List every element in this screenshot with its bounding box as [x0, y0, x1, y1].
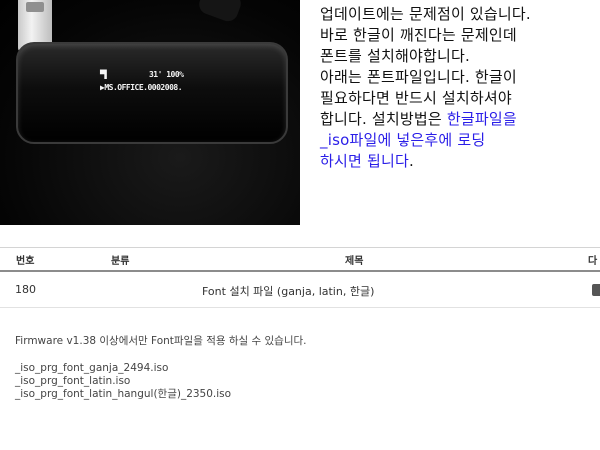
- note-highlight: 하시면 됩니다: [320, 152, 409, 170]
- folder-icon: ▀▌: [100, 70, 109, 79]
- note-line: 업데이트에는 문제점이 있습니다.: [320, 5, 531, 23]
- note-highlight-line: _iso파일에 넣은후에 로딩: [320, 131, 486, 149]
- file-link[interactable]: _iso_prg_font_ganja_2494.iso: [15, 362, 585, 375]
- header-number: 번호: [16, 256, 35, 267]
- screen-track-text: ▶MS.OFFICE.0002008.: [100, 83, 183, 92]
- update-note: 업데이트에는 문제점이 있습니다. 바로 한글이 깨진다는 문제인데 폰트를 설…: [320, 4, 598, 172]
- header-category: 분류: [111, 256, 130, 267]
- device-photo: ▀▌ 31' 100% ▶MS.OFFICE.0002008.: [0, 0, 300, 225]
- note-text: 합니다. 설치방법은: [320, 110, 447, 128]
- note-line: 폰트를 설치해야합니다.: [320, 47, 470, 65]
- note-text: .: [408, 152, 414, 170]
- file-list: _iso_prg_font_ganja_2494.iso _iso_prg_fo…: [15, 362, 585, 401]
- table-row[interactable]: 180 Font 설치 파일 (ganja, latin, 한글): [0, 272, 600, 308]
- header-title: 제목: [345, 256, 364, 267]
- post-content: Firmware v1.38 이상에서만 Font파일을 적용 하실 수 있습니…: [15, 335, 585, 401]
- note-line: 하시면 됩니다.: [320, 151, 598, 172]
- row-title-link[interactable]: Font 설치 파일 (ganja, latin, 한글): [202, 283, 374, 299]
- post-intro: Firmware v1.38 이상에서만 Font파일을 적용 하실 수 있습니…: [15, 335, 307, 347]
- file-link[interactable]: _iso_prg_font_latin_hangul(한글)_2350.iso: [15, 388, 585, 401]
- device-oled-screen: ▀▌ 31' 100% ▶MS.OFFICE.0002008.: [82, 66, 212, 106]
- row-number: 180: [15, 283, 36, 296]
- note-line: 필요하다면 반드시 설치하셔야: [320, 89, 512, 107]
- note-line: 아래는 폰트파일입니다. 한글이: [320, 68, 517, 86]
- header-extra: 다: [588, 256, 598, 267]
- screen-status-row: ▀▌ 31' 100%: [100, 70, 184, 79]
- note-line: 바로 한글이 깨진다는 문제인데: [320, 26, 517, 44]
- note-highlight: 한글파일을: [446, 110, 517, 128]
- board-table-header: 번호 분류 제목 다: [0, 247, 600, 272]
- cable: [196, 0, 244, 24]
- screen-status-text: 31' 100%: [148, 70, 184, 79]
- row-action-button[interactable]: [592, 284, 600, 296]
- note-line: 합니다. 설치방법은 한글파일을: [320, 109, 598, 130]
- file-link[interactable]: _iso_prg_font_latin.iso: [15, 375, 585, 388]
